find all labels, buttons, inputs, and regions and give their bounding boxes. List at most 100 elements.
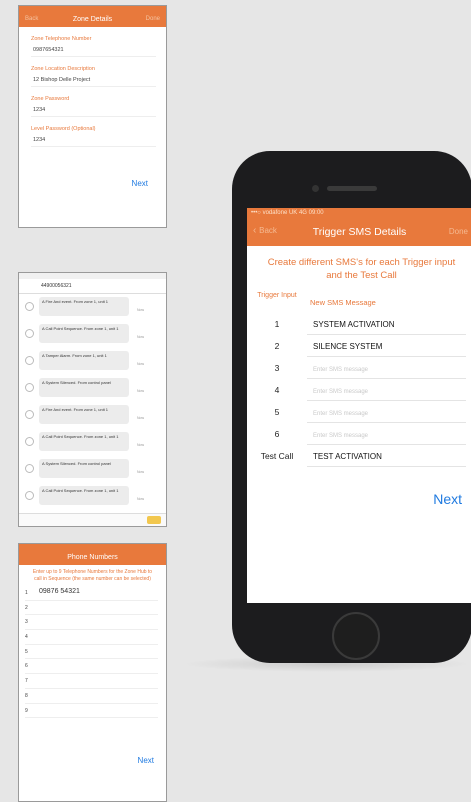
sms-row: 3 Enter SMS message bbox=[247, 358, 471, 380]
phone-numbers-screen: Phone Numbers Enter up to 9 Telephone Nu… bbox=[18, 543, 167, 802]
sms-value: SYSTEM ACTIVATION bbox=[313, 320, 395, 329]
phone-number-list: 1 09876 54321 2 3 4 5 6 7 8 9 bbox=[19, 586, 166, 719]
avatar-icon bbox=[25, 383, 34, 392]
column-headers: Trigger Input New SMS Message bbox=[247, 292, 471, 314]
message-row[interactable]: A Tamper Alarm. From zone 1, unit 1 Now bbox=[19, 348, 166, 375]
next-button[interactable]: Next bbox=[138, 756, 154, 765]
sms-message-input[interactable]: SILENCE SYSTEM bbox=[307, 337, 466, 357]
contact-number: 44900056321 bbox=[41, 283, 72, 289]
sms-placeholder: Enter SMS message bbox=[313, 389, 369, 395]
avatar-icon bbox=[25, 329, 34, 338]
message-time: Now bbox=[137, 443, 145, 447]
nav-title: Trigger SMS Details bbox=[312, 226, 407, 238]
message-bubble: A System Silenced. From control panel bbox=[39, 378, 129, 397]
sms-message-header: New SMS Message bbox=[310, 298, 376, 307]
message-bubble: A Call Point Sequence. From zone 1, unit… bbox=[39, 324, 129, 343]
message-time: Now bbox=[137, 308, 145, 312]
message-time: Now bbox=[137, 335, 145, 339]
row-index: 4 bbox=[25, 634, 28, 641]
zone-location-input[interactable]: 12 Bishop Delle Project bbox=[31, 74, 156, 87]
status-bar: •••○ vodafone UK 4G 09:00 bbox=[247, 208, 471, 218]
sms-placeholder: Enter SMS message bbox=[313, 367, 369, 373]
message-bubble: A Fire And event. From zone 1, unit 1 bbox=[39, 297, 129, 316]
sms-row-list: 1 SYSTEM ACTIVATION 2 SILENCE SYSTEM 3 Enter … bbox=[247, 314, 471, 468]
sms-row: 4 Enter SMS message bbox=[247, 380, 471, 402]
nav-bar: Back Zone Details Done bbox=[19, 12, 166, 27]
sms-message-input[interactable]: Enter SMS message bbox=[307, 403, 466, 423]
avatar-icon bbox=[25, 410, 34, 419]
sms-value: SILENCE SYSTEM bbox=[313, 342, 383, 351]
phone-number-row: 8 bbox=[25, 689, 158, 704]
home-button[interactable] bbox=[332, 612, 380, 660]
sms-placeholder: Enter SMS message bbox=[313, 433, 369, 439]
back-button[interactable]: Back bbox=[25, 12, 38, 27]
sms-row: 5 Enter SMS message bbox=[247, 402, 471, 424]
row-index: 6 bbox=[25, 663, 28, 670]
done-button[interactable]: Done bbox=[449, 227, 468, 236]
avatar-icon bbox=[25, 302, 34, 311]
sms-row: 1 SYSTEM ACTIVATION bbox=[247, 314, 471, 336]
row-index: 8 bbox=[25, 692, 28, 699]
nav-title: Zone Details bbox=[72, 16, 113, 23]
field-label: Zone Telephone Number bbox=[31, 36, 92, 42]
message-row[interactable]: A Call Point Sequence. From zone 1, unit… bbox=[19, 483, 166, 510]
zone-telephone-input[interactable]: 0987654321 bbox=[31, 44, 156, 57]
sms-message-input[interactable]: Enter SMS message bbox=[307, 359, 466, 379]
message-row[interactable]: A System Silenced. From control panel Now bbox=[19, 456, 166, 483]
zone-password-input[interactable]: 1234 bbox=[31, 104, 156, 117]
message-time: Now bbox=[137, 362, 145, 366]
trigger-index: 6 bbox=[274, 429, 280, 439]
row-index: 1 bbox=[25, 590, 28, 596]
trigger-index: 4 bbox=[274, 385, 280, 395]
send-button[interactable] bbox=[147, 516, 161, 524]
sms-value: TEST ACTIVATION bbox=[313, 452, 382, 461]
field-label: Zone Location Description bbox=[31, 66, 95, 72]
message-bubble: A Fire And event. From zone 1, unit 1 bbox=[39, 405, 129, 424]
avatar-icon bbox=[25, 491, 34, 500]
nav-bar: ‹ Back Trigger SMS Details Done bbox=[247, 218, 471, 246]
phone-number-row: 7 bbox=[25, 674, 158, 689]
next-button[interactable]: Next bbox=[433, 491, 462, 507]
phone-number-row: 3 bbox=[25, 615, 158, 631]
row-index: 9 bbox=[25, 707, 28, 714]
trigger-input-header: Trigger Input bbox=[257, 292, 297, 299]
description-text: Create different SMS's for each Trigger … bbox=[267, 257, 456, 281]
row-index: 5 bbox=[25, 648, 28, 655]
done-button[interactable]: Done bbox=[146, 12, 160, 27]
trigger-index: 2 bbox=[274, 341, 280, 351]
phone-number-row: 6 bbox=[25, 659, 158, 675]
sms-message-input[interactable]: Enter SMS message bbox=[307, 381, 466, 401]
trigger-index: 1 bbox=[274, 319, 280, 329]
phone-number-input[interactable]: 09876 54321 bbox=[39, 588, 80, 595]
message-time: Now bbox=[137, 389, 145, 393]
avatar-icon bbox=[25, 437, 34, 446]
message-row[interactable]: A Call Point Sequence. From zone 1, unit… bbox=[19, 429, 166, 456]
sms-message-input[interactable]: TEST ACTIVATION bbox=[307, 447, 466, 467]
sms-message-input[interactable]: SYSTEM ACTIVATION bbox=[307, 315, 466, 335]
camera-icon bbox=[312, 185, 319, 192]
compose-bar[interactable] bbox=[19, 513, 166, 526]
message-row[interactable]: A Fire And event. From zone 1, unit 1 Now bbox=[19, 294, 166, 321]
zone-details-screen: Back Zone Details Done Zone Telephone Nu… bbox=[18, 5, 167, 228]
level-password-input[interactable]: 1234 bbox=[31, 134, 156, 147]
instruction-text: Enter up to 9 Telephone Numbers for the … bbox=[32, 569, 153, 582]
field-label: Level Password (Optional) bbox=[31, 126, 96, 132]
nav-title: Phone Numbers bbox=[67, 554, 118, 561]
phone-number-row: 2 bbox=[25, 601, 158, 616]
sms-message-input[interactable]: Enter SMS message bbox=[307, 425, 466, 445]
next-button[interactable]: Next bbox=[132, 179, 148, 188]
message-row[interactable]: A System Silenced. From control panel Now bbox=[19, 375, 166, 402]
row-index: 2 bbox=[25, 604, 28, 611]
trigger-index: Test Call bbox=[260, 451, 294, 461]
trigger-index: 3 bbox=[274, 363, 280, 373]
message-row[interactable]: A Call Point Sequence. From zone 1, unit… bbox=[19, 321, 166, 348]
message-row[interactable]: A Fire And event. From zone 1, unit 1 Now bbox=[19, 402, 166, 429]
phone-number-row: 9 bbox=[25, 704, 158, 719]
phone-device: •••○ vodafone UK 4G 09:00 ‹ Back Trigger… bbox=[232, 151, 471, 663]
sms-row: 6 Enter SMS message bbox=[247, 424, 471, 446]
sms-placeholder: Enter SMS message bbox=[313, 411, 369, 417]
message-time: Now bbox=[137, 497, 145, 501]
trigger-sms-screen: •••○ vodafone UK 4G 09:00 ‹ Back Trigger… bbox=[247, 208, 471, 603]
conversation-header: 44900056321 bbox=[19, 279, 166, 294]
avatar-icon bbox=[25, 464, 34, 473]
